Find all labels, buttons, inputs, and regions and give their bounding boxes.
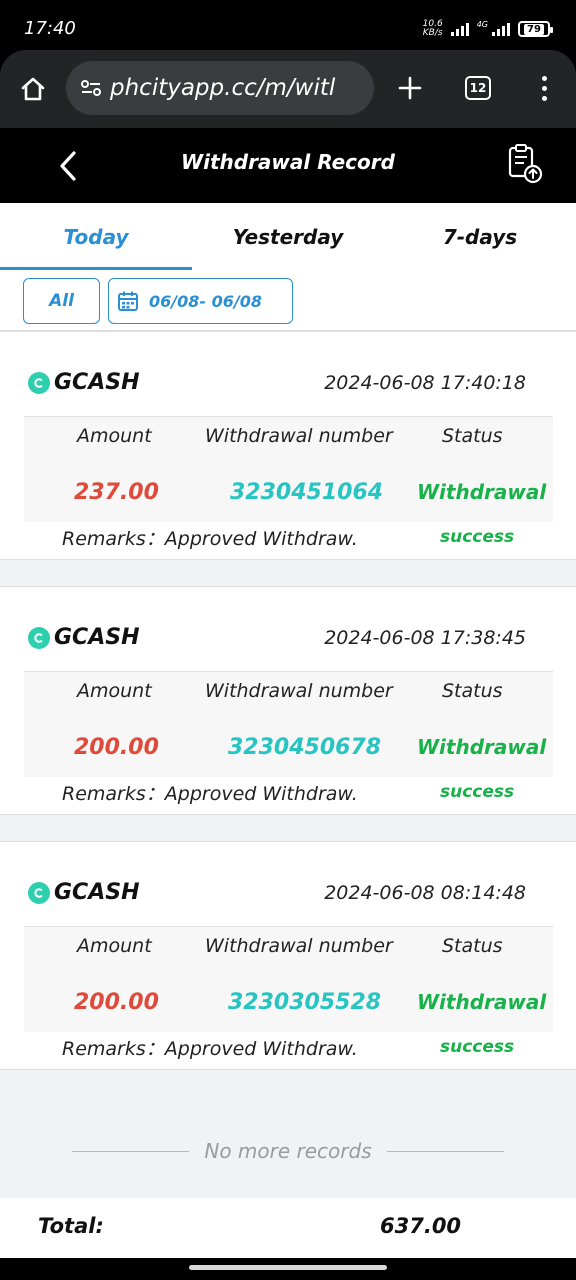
active-tab-indicator bbox=[0, 267, 192, 270]
dot-icon bbox=[541, 85, 547, 91]
amount-value: 200.00 bbox=[74, 990, 159, 1015]
signal-icon-secondary bbox=[492, 22, 510, 36]
withdrawal-number-value: 3230305528 bbox=[228, 990, 382, 1015]
record-datetime: 2024-06-08 08:14:48 bbox=[324, 882, 526, 904]
record-datetime: 2024-06-08 17:40:18 bbox=[324, 372, 526, 394]
record-details: Amount Withdrawal number Status 237.00 3… bbox=[24, 416, 553, 522]
status-value: Withdrawal bbox=[417, 990, 547, 1014]
signal-icon bbox=[450, 22, 469, 36]
site-settings-icon[interactable] bbox=[80, 78, 102, 98]
date-range-text: 06/08- 06/08 bbox=[149, 291, 262, 311]
remarks-label: Remarks： bbox=[62, 783, 165, 805]
record-datetime: 2024-06-08 17:38:45 bbox=[324, 627, 526, 649]
remarks: Remarks：Approved Withdraw. bbox=[62, 1034, 358, 1061]
page-header: Withdrawal Record bbox=[0, 128, 576, 203]
total-value: 637.00 bbox=[380, 1214, 462, 1238]
divider-right bbox=[387, 1151, 504, 1152]
tab-switcher-button[interactable]: 12 bbox=[465, 76, 491, 100]
payment-method-label: GCASH bbox=[54, 880, 140, 905]
url-text: phcityapp.cc/m/witl bbox=[110, 75, 336, 101]
record-details: Amount Withdrawal number Status 200.00 3… bbox=[24, 671, 553, 777]
tab-today[interactable]: Today bbox=[0, 203, 192, 271]
status-time: 17:40 bbox=[24, 18, 76, 39]
withdrawal-number-header: Withdrawal number bbox=[205, 935, 393, 957]
remarks-value: Approved Withdraw. bbox=[164, 528, 358, 550]
remarks-value: Approved Withdraw. bbox=[164, 1038, 358, 1060]
amount-header: Amount bbox=[77, 425, 152, 447]
battery-level: 79 bbox=[524, 23, 544, 35]
card-header: GCASH 2024-06-08 17:40:18 bbox=[0, 332, 576, 416]
remarks-label: Remarks： bbox=[62, 528, 165, 550]
withdrawal-number-value: 3230450678 bbox=[228, 735, 382, 760]
withdrawal-record-card[interactable]: GCASH 2024-06-08 08:14:48 Amount Withdra… bbox=[0, 841, 576, 1070]
all-filter-button[interactable]: All bbox=[23, 278, 100, 324]
status-bar: 17:40 10.6 KB/s 4G 79 bbox=[0, 0, 576, 50]
amount-header: Amount bbox=[77, 935, 152, 957]
content-area: Today Yesterday 7-days All 06/08- 06/08 bbox=[0, 203, 576, 1198]
payment-method: GCASH bbox=[28, 880, 140, 905]
network-type: 4G bbox=[476, 20, 488, 29]
tab-count: 12 bbox=[469, 81, 487, 95]
remarks-label: Remarks： bbox=[62, 1038, 165, 1060]
status-header: Status bbox=[442, 935, 503, 957]
no-more-records: No more records bbox=[0, 1136, 576, 1166]
status-header: Status bbox=[442, 425, 503, 447]
plus-icon bbox=[398, 76, 422, 100]
tab-7-days[interactable]: 7-days bbox=[384, 203, 576, 271]
more-menu-button[interactable] bbox=[530, 70, 558, 106]
withdrawal-record-card[interactable]: GCASH 2024-06-08 17:38:45 Amount Withdra… bbox=[0, 586, 576, 815]
payment-method-label: GCASH bbox=[54, 625, 140, 650]
amount-value: 200.00 bbox=[74, 735, 159, 760]
home-icon bbox=[21, 77, 45, 101]
payment-method: GCASH bbox=[28, 625, 140, 650]
withdrawal-record-card[interactable]: GCASH 2024-06-08 17:40:18 Amount Withdra… bbox=[0, 331, 576, 560]
total-bar: Total: 637.00 bbox=[0, 1198, 576, 1258]
total-label: Total: bbox=[38, 1214, 104, 1238]
browser-toolbar: phcityapp.cc/m/witl 12 bbox=[0, 50, 576, 128]
status-value-continued: success bbox=[440, 527, 515, 547]
status-value: Withdrawal bbox=[417, 480, 547, 504]
status-value-continued: success bbox=[440, 782, 515, 802]
clipboard-upload-icon bbox=[508, 144, 543, 184]
payment-method-label: GCASH bbox=[54, 370, 140, 395]
withdrawal-number-header: Withdrawal number bbox=[205, 425, 393, 447]
battery-icon: 79 bbox=[518, 21, 553, 37]
remarks: Remarks：Approved Withdraw. bbox=[62, 524, 358, 551]
amount-value: 237.00 bbox=[74, 480, 159, 505]
date-tabs: Today Yesterday 7-days bbox=[0, 203, 576, 271]
home-button[interactable] bbox=[14, 70, 52, 108]
new-tab-button[interactable] bbox=[392, 70, 428, 106]
tab-yesterday[interactable]: Yesterday bbox=[192, 203, 384, 271]
network-speed: 10.6 KB/s bbox=[422, 19, 443, 38]
status-header: Status bbox=[442, 680, 503, 702]
gcash-icon bbox=[28, 371, 50, 394]
remarks-value: Approved Withdraw. bbox=[164, 783, 358, 805]
system-navigation-bar bbox=[0, 1258, 576, 1280]
dot-icon bbox=[541, 75, 547, 81]
address-bar[interactable]: phcityapp.cc/m/witl bbox=[66, 61, 374, 115]
status-indicators: 10.6 KB/s 4G 79 bbox=[422, 19, 553, 38]
remarks: Remarks：Approved Withdraw. bbox=[62, 779, 358, 806]
gcash-icon bbox=[28, 626, 50, 649]
amount-header: Amount bbox=[77, 680, 152, 702]
record-details: Amount Withdrawal number Status 200.00 3… bbox=[24, 926, 553, 1032]
withdrawal-number-header: Withdrawal number bbox=[205, 680, 393, 702]
card-header: GCASH 2024-06-08 17:38:45 bbox=[0, 587, 576, 671]
records-button[interactable] bbox=[504, 142, 544, 186]
withdrawal-number-value: 3230451064 bbox=[230, 480, 384, 505]
filter-row: All 06/08- 06/08 bbox=[0, 271, 576, 331]
date-range-button[interactable]: 06/08- 06/08 bbox=[108, 278, 293, 324]
page-title: Withdrawal Record bbox=[181, 150, 395, 174]
card-header: GCASH 2024-06-08 08:14:48 bbox=[0, 842, 576, 926]
dot-icon bbox=[541, 95, 547, 101]
gcash-icon bbox=[28, 881, 50, 904]
home-gesture-handle[interactable] bbox=[189, 1265, 387, 1270]
status-value-continued: success bbox=[440, 1037, 515, 1057]
payment-method: GCASH bbox=[28, 370, 140, 395]
calendar-icon bbox=[118, 291, 138, 311]
status-value: Withdrawal bbox=[417, 735, 547, 759]
